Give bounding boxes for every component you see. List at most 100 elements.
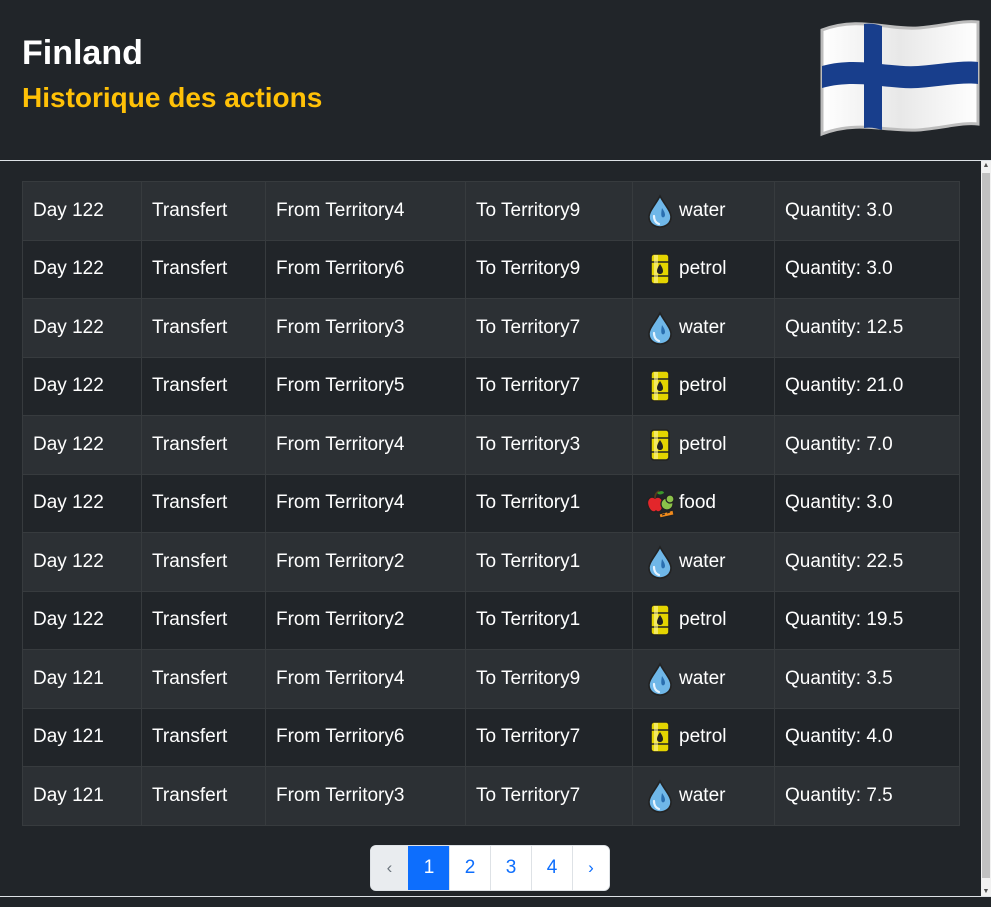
quantity-cell: Quantity: 7.0 [774, 415, 960, 475]
resource-label: food [679, 492, 716, 514]
water-drop-icon [645, 310, 675, 345]
day-cell: Day 122 [22, 356, 142, 416]
resource-cell: food [632, 473, 775, 533]
from-territory-cell: From Territory4 [265, 473, 466, 533]
from-territory-cell: From Territory4 [265, 415, 466, 475]
from-territory-cell: From Territory5 [265, 356, 466, 416]
page-3-button[interactable]: 3 [490, 846, 531, 890]
table-row: Day 121 Transfert From Territory3 To Territ… [22, 766, 960, 826]
to-territory-cell: To Territory1 [465, 473, 633, 533]
day-cell: Day 121 [22, 707, 142, 767]
table-row: Day 122 Transfert From Territory3 To Territ… [22, 298, 960, 358]
table-row: Day 121 Transfert From Territory6 To Territ… [22, 707, 960, 767]
to-territory-cell: To Territory7 [465, 707, 633, 767]
action-type-cell: Transfert [141, 473, 266, 533]
to-territory-cell: To Territory9 [465, 239, 633, 299]
resource-label: water [679, 199, 726, 221]
to-territory-cell: To Territory1 [465, 532, 633, 592]
actions-table: Day 122 Transfert From Territory4 To Territ… [22, 181, 960, 826]
resource-cell: petrol [632, 239, 775, 299]
resource-label: petrol [679, 609, 727, 631]
resource-label: petrol [679, 258, 727, 280]
oil-barrel-icon [645, 369, 675, 403]
table-row: Day 122 Transfert From Territory5 To Territ… [22, 356, 960, 416]
resource-cell: petrol [632, 707, 775, 767]
previous-page-button[interactable]: ‹ [371, 846, 408, 890]
action-type-cell: Transfert [141, 590, 266, 650]
table-row: Day 122 Transfert From Territory4 To Territ… [22, 181, 960, 241]
day-cell: Day 122 [22, 181, 142, 241]
day-cell: Day 121 [22, 649, 142, 709]
table-row: Day 122 Transfert From Territory6 To Territ… [22, 239, 960, 299]
resource-label: water [679, 667, 726, 689]
resource-cell: water [632, 298, 775, 358]
page-2-button[interactable]: 2 [449, 846, 490, 890]
resource-cell: petrol [632, 415, 775, 475]
oil-barrel-icon [645, 720, 675, 754]
to-territory-cell: To Territory1 [465, 590, 633, 650]
resource-cell: petrol [632, 590, 775, 650]
quantity-cell: Quantity: 3.5 [774, 649, 960, 709]
water-drop-icon [645, 193, 675, 228]
quantity-cell: Quantity: 3.0 [774, 181, 960, 241]
resource-label: petrol [679, 726, 727, 748]
quantity-cell: Quantity: 3.0 [774, 239, 960, 299]
quantity-cell: Quantity: 7.5 [774, 766, 960, 826]
day-cell: Day 121 [22, 766, 142, 826]
to-territory-cell: To Territory7 [465, 766, 633, 826]
quantity-cell: Quantity: 3.0 [774, 473, 960, 533]
to-territory-cell: To Territory3 [465, 415, 633, 475]
day-cell: Day 122 [22, 239, 142, 299]
table-row: Day 121 Transfert From Territory4 To Territ… [22, 649, 960, 709]
country-title: Finland [22, 34, 143, 72]
oil-barrel-icon [645, 603, 675, 637]
resource-label: petrol [679, 375, 727, 397]
finland-flag-icon [820, 20, 980, 137]
resource-cell: petrol [632, 356, 775, 416]
next-page-button[interactable]: › [572, 846, 609, 890]
table-row: Day 122 Transfert From Territory4 To Territ… [22, 415, 960, 475]
day-cell: Day 122 [22, 298, 142, 358]
day-cell: Day 122 [22, 473, 142, 533]
action-type-cell: Transfert [141, 298, 266, 358]
to-territory-cell: To Territory9 [465, 181, 633, 241]
to-territory-cell: To Territory7 [465, 298, 633, 358]
resource-label: petrol [679, 433, 727, 455]
oil-barrel-icon [645, 428, 675, 462]
water-drop-icon [645, 778, 675, 813]
scroll-thumb[interactable] [982, 173, 990, 878]
page-4-button[interactable]: 4 [531, 846, 572, 890]
table-row: Day 122 Transfert From Territory2 To Territ… [22, 532, 960, 592]
resource-label: water [679, 784, 726, 806]
from-territory-cell: From Territory6 [265, 707, 466, 767]
food-icon [645, 486, 675, 520]
vertical-scrollbar[interactable]: ▲ ▼ [981, 161, 991, 897]
scroll-up-arrow-icon[interactable]: ▲ [981, 161, 991, 171]
action-type-cell: Transfert [141, 649, 266, 709]
actions-history-body: Day 122 Transfert From Territory4 To Territ… [0, 161, 981, 897]
quantity-cell: Quantity: 12.5 [774, 298, 960, 358]
modal-header: Finland Historique des actions [0, 0, 991, 161]
modal-footer [0, 897, 991, 907]
to-territory-cell: To Territory7 [465, 356, 633, 416]
page-1-button[interactable]: 1 [408, 846, 449, 890]
action-type-cell: Transfert [141, 356, 266, 416]
from-territory-cell: From Territory4 [265, 181, 466, 241]
action-type-cell: Transfert [141, 766, 266, 826]
action-type-cell: Transfert [141, 532, 266, 592]
resource-cell: water [632, 532, 775, 592]
from-territory-cell: From Territory3 [265, 298, 466, 358]
resource-cell: water [632, 766, 775, 826]
history-subtitle: Historique des actions [22, 82, 323, 113]
quantity-cell: Quantity: 4.0 [774, 707, 960, 767]
quantity-cell: Quantity: 21.0 [774, 356, 960, 416]
day-cell: Day 122 [22, 590, 142, 650]
resource-label: water [679, 550, 726, 572]
table-row: Day 122 Transfert From Territory4 To Territ… [22, 473, 960, 533]
day-cell: Day 122 [22, 415, 142, 475]
oil-barrel-icon [645, 252, 675, 286]
from-territory-cell: From Territory2 [265, 532, 466, 592]
water-drop-icon [645, 544, 675, 579]
from-territory-cell: From Territory3 [265, 766, 466, 826]
to-territory-cell: To Territory9 [465, 649, 633, 709]
